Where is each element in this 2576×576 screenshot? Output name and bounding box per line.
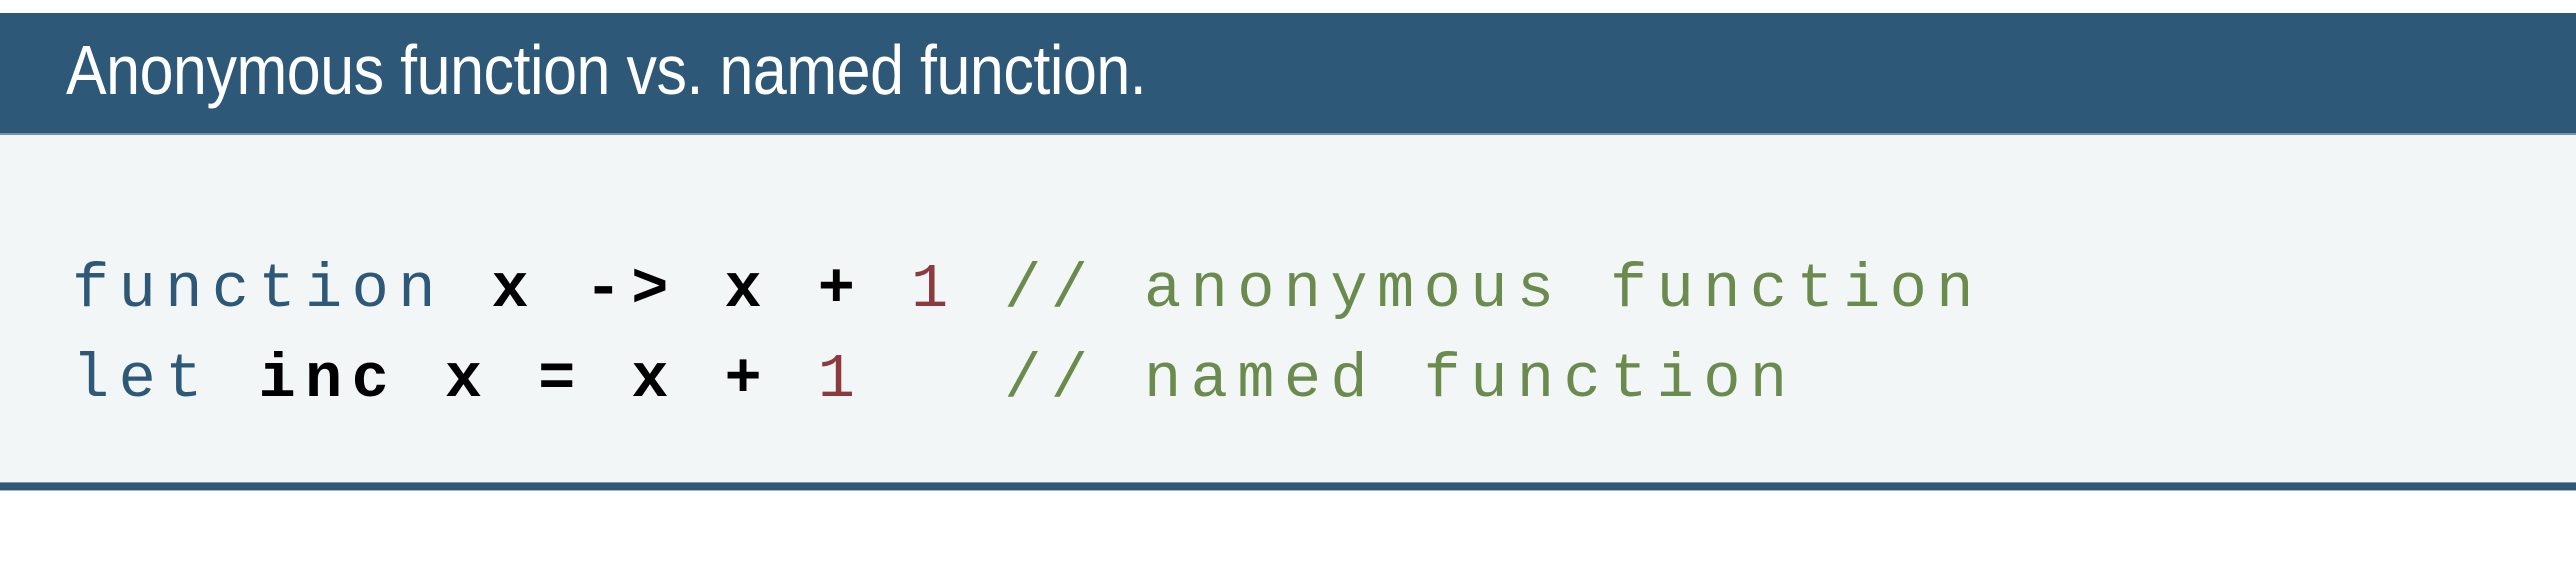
identifier-inc: inc: [258, 344, 399, 415]
block-title: Anonymous function vs. named function.: [66, 31, 1147, 109]
operator-plus: +: [724, 344, 772, 415]
identifier-x: x: [491, 254, 539, 325]
comment-named-function: // named function: [1004, 344, 1797, 415]
block-body: function x -> x + 1 // anonymous functio…: [0, 135, 2576, 482]
identifier-x: x: [631, 344, 678, 415]
operator-equals: =: [538, 344, 585, 415]
operator-arrow: ->: [584, 254, 678, 325]
code-listing: function x -> x + 1 // anonymous functio…: [72, 245, 1983, 425]
keyword-function: function: [72, 254, 445, 325]
identifier-x: x: [444, 344, 492, 415]
code-line-anonymous: function x -> x + 1 // anonymous functio…: [72, 245, 1983, 335]
identifier-x: x: [724, 254, 772, 325]
comment-anonymous-function: // anonymous function: [1004, 254, 1983, 325]
block-bottom-rule: [0, 482, 2576, 491]
block-header: Anonymous function vs. named function.: [0, 13, 2576, 135]
code-line-named: let inc x = x + 1 // named function: [72, 335, 1983, 425]
keyword-let: let: [72, 344, 212, 415]
operator-plus: +: [817, 254, 865, 325]
number-literal: 1: [910, 254, 958, 325]
number-literal: 1: [817, 344, 865, 415]
